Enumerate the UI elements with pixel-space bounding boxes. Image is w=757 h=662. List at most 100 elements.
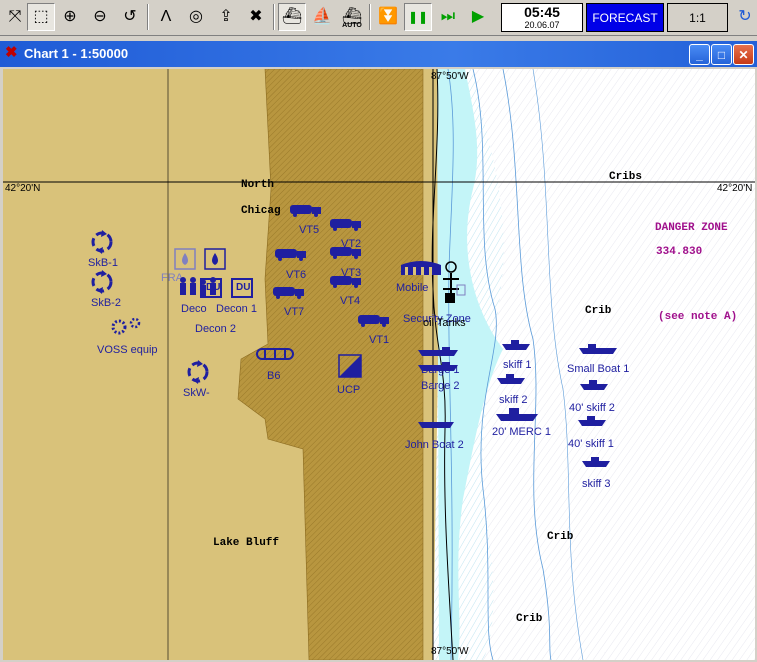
nautical-chart-map[interactable]: 87°50'W 87°50'W 42°20'N 42°20'N North Ch…	[3, 69, 755, 660]
vacuum-truck-icon[interactable]	[329, 245, 363, 259]
main-toolbar: ⤧ ⬚ ⊕ ⊖ ↺ Λ ◎ ⇪ ✖ ⛴ ⛵ ⛴ AUTO ⏬ ❚❚ ⏭ ▶ 05…	[0, 0, 757, 36]
asset-label-vt1: VT1	[369, 334, 390, 346]
asset-label-skiff40-1: 40' skiff 1	[568, 438, 614, 450]
security-zone-icon[interactable]	[429, 259, 469, 309]
skiff-icon[interactable]	[501, 339, 531, 351]
asset-label-oil-tanks: oil Tanks	[423, 317, 466, 329]
asset-label-small-boat: Small Boat 1	[567, 363, 630, 375]
minimize-button[interactable]: _	[689, 44, 710, 65]
vacuum-truck-icon[interactable]	[357, 313, 391, 327]
sky-boom-icon[interactable]	[185, 359, 211, 385]
skiff-icon[interactable]	[577, 415, 607, 427]
app-logo-icon: ✖	[5, 44, 18, 61]
asset-label-vt6: VT6	[286, 269, 307, 281]
clock-time: 05:45	[524, 4, 560, 20]
asset-label-skiff40-2: 40' skiff 2	[569, 402, 615, 414]
toolbar-separator	[369, 4, 371, 30]
window-title: Chart 1 - 1:50000	[24, 46, 129, 61]
asset-label-mobile: Mobile	[396, 282, 429, 294]
asset-label-john-boat: John Boat 2	[405, 439, 464, 451]
asset-label-skw: SkW-	[183, 387, 210, 399]
skiff-icon[interactable]	[578, 343, 618, 355]
simulation-clock[interactable]: 05:45 20.06.07	[501, 3, 583, 32]
asset-label-b6: B6	[267, 370, 281, 382]
clock-date: 20.06.07	[524, 20, 560, 30]
ship-icon[interactable]: ⛴	[278, 3, 306, 31]
asset-label-ucp: UCP	[337, 384, 361, 396]
asset-label-skiff1: skiff 1	[503, 359, 532, 371]
sky-boom-icon[interactable]	[89, 229, 115, 255]
asset-label-skb2: SkB-2	[91, 297, 121, 309]
decon-unit-badge: DU	[206, 282, 221, 293]
latitude-label-right: 42°20'N	[717, 183, 753, 194]
forecast-button[interactable]: FORECAST	[586, 3, 664, 32]
toolbar-separator	[273, 4, 275, 30]
asset-label-vt4: VT4	[340, 295, 361, 307]
asset-label-decon-a: Deco	[181, 303, 207, 315]
auto-label: AUTO	[342, 22, 362, 29]
vessel-icon[interactable]: ⛵	[308, 3, 336, 31]
place-crib-3: Crib	[516, 613, 543, 625]
place-chicago: Chicag	[241, 205, 281, 217]
target-icon[interactable]: ◎	[182, 3, 210, 31]
delete-map-icon[interactable]: ✖	[242, 3, 270, 31]
window-titlebar[interactable]: ✖ Chart 1 - 1:50000 _ □ ✕	[0, 41, 757, 67]
zoom-out-icon[interactable]: ⊖	[86, 3, 114, 31]
asset-label-skb1: SkB-1	[88, 257, 118, 269]
asset-label-barge2: Barge 2	[421, 380, 460, 392]
sky-boom-icon[interactable]	[89, 269, 115, 295]
danger-zone-note: (see note A)	[658, 311, 738, 323]
chart-background	[3, 69, 755, 660]
fast-forward-icon[interactable]: ⏭	[434, 3, 462, 31]
skiff-icon[interactable]	[496, 373, 526, 385]
gear-icon[interactable]	[108, 315, 144, 337]
move-icon[interactable]: ⤧	[1, 3, 29, 31]
play-icon[interactable]: ▶	[464, 3, 492, 31]
skiff-icon[interactable]	[495, 406, 539, 422]
asset-label-skiff3: skiff 3	[582, 478, 611, 490]
vacuum-truck-icon[interactable]	[272, 285, 306, 299]
maximize-button[interactable]: □	[711, 44, 732, 65]
command-post-icon[interactable]	[338, 354, 362, 378]
decon-unit-badge: DU	[236, 282, 251, 293]
auto-button[interactable]: ⛴ AUTO	[338, 3, 366, 31]
asset-label-vt5: VT5	[299, 224, 320, 236]
vacuum-truck-icon[interactable]	[329, 274, 363, 288]
danger-zone-number: 334.830	[656, 246, 703, 258]
latitude-label-left: 42°20'N	[5, 183, 41, 194]
boat-icon[interactable]	[416, 419, 456, 429]
close-button[interactable]: ✕	[733, 44, 754, 65]
skiff-icon[interactable]	[581, 456, 611, 468]
place-lake-bluff: Lake Bluff	[213, 537, 280, 549]
asset-label-decon2: Decon 2	[195, 323, 236, 335]
longitude-label-bottom: 87°50'W	[431, 646, 469, 657]
asset-label-decon1: Decon 1	[216, 303, 257, 315]
vacuum-truck-icon[interactable]	[274, 247, 308, 261]
undo-icon[interactable]: ↺	[116, 3, 144, 31]
barge-icon[interactable]	[416, 346, 460, 358]
asset-label-merc: 20' MERC 1	[492, 426, 551, 438]
barge-icon[interactable]	[416, 361, 460, 373]
export-icon[interactable]: ⇪	[212, 3, 240, 31]
select-icon[interactable]: ⬚	[27, 3, 55, 31]
speed-ratio-button[interactable]: 1:1	[667, 3, 728, 32]
zoom-in-icon[interactable]: ⊕	[56, 3, 84, 31]
boom-segment-icon[interactable]	[255, 347, 295, 361]
fire-response-icon[interactable]	[173, 247, 229, 271]
place-north: North	[241, 179, 275, 191]
download-icon[interactable]: ⏬	[374, 3, 402, 31]
vacuum-truck-icon[interactable]	[289, 203, 323, 217]
toolbar-separator	[147, 4, 149, 30]
asset-label-skiff2: skiff 2	[499, 394, 528, 406]
danger-zone-title: DANGER ZONE	[655, 222, 728, 234]
pause-icon[interactable]: ❚❚	[404, 3, 432, 31]
asset-label-vt7: VT7	[284, 306, 305, 318]
refresh-icon[interactable]: ↻	[731, 3, 757, 31]
place-cribs: Cribs	[609, 171, 643, 183]
asset-label-voss: VOSS equip	[97, 344, 158, 356]
skiff-icon[interactable]	[579, 379, 609, 391]
vacuum-truck-icon[interactable]	[329, 217, 363, 231]
compass-icon[interactable]: Λ	[152, 3, 180, 31]
longitude-label-top: 87°50'W	[431, 71, 469, 82]
place-crib-1: Crib	[585, 305, 612, 317]
